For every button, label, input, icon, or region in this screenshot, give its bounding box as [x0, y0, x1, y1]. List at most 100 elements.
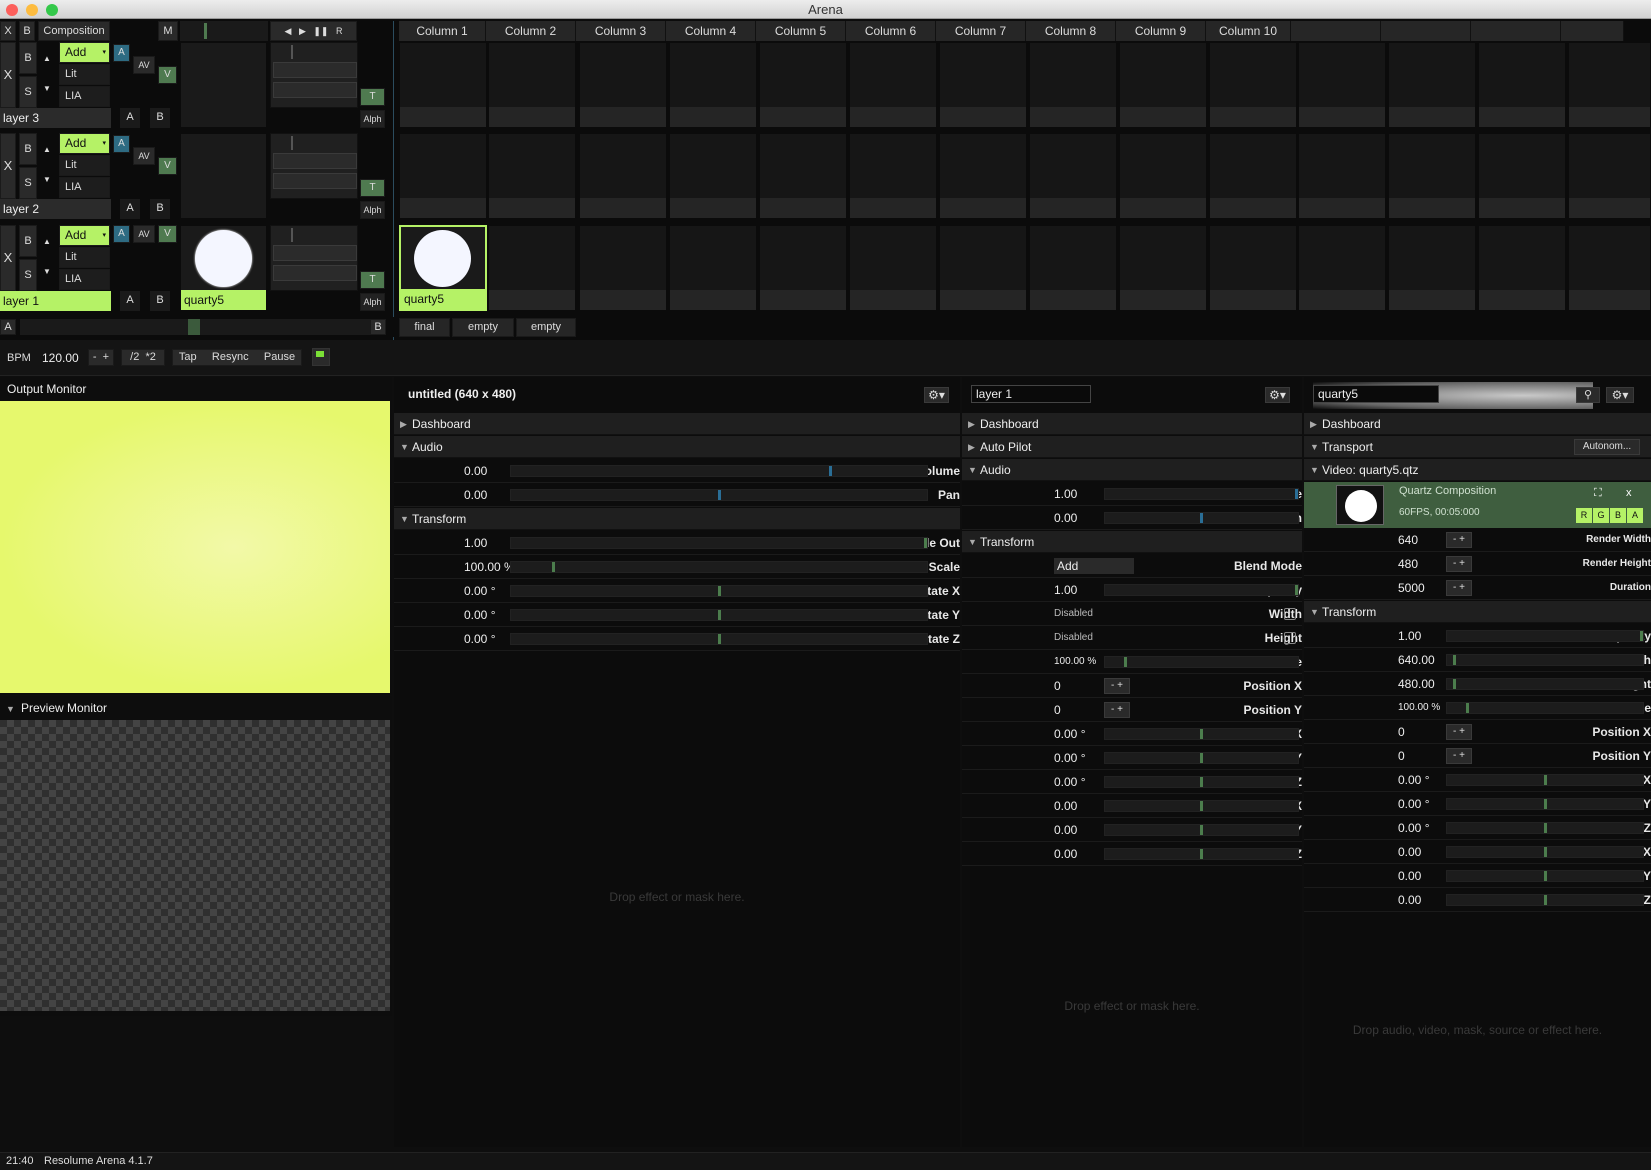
search-icon[interactable]: ⚲ [1576, 387, 1600, 403]
clip-name-input[interactable] [1313, 385, 1439, 403]
bpm-double-button[interactable]: *2 [145, 351, 155, 363]
fullscreen-icon[interactable]: ⛶ [1594, 487, 1602, 500]
param-value[interactable]: Disabled [1054, 602, 1093, 626]
slider-handle[interactable] [1640, 631, 1643, 641]
column-header-5[interactable]: Column 5 [756, 21, 846, 41]
param-slider[interactable] [510, 465, 928, 477]
param-value[interactable]: 0.00 [1398, 888, 1421, 912]
minimize-window-icon[interactable] [26, 4, 38, 16]
layer-bypass-button[interactable]: B [19, 225, 37, 257]
close-window-icon[interactable] [6, 4, 18, 16]
param-value[interactable]: 100.00 % [1054, 650, 1096, 674]
clip-cell[interactable] [669, 133, 757, 219]
section-header-video[interactable]: ▼ Video: quarty5.qtz [1304, 459, 1651, 481]
layer-name-input[interactable] [971, 385, 1091, 403]
channel-b-toggle[interactable]: B [1610, 508, 1626, 523]
clip-cell[interactable] [1298, 225, 1386, 311]
mode-lit-item[interactable]: Lit [59, 155, 110, 176]
param-value[interactable]: 480 [1398, 552, 1418, 576]
clip-cell[interactable] [1568, 225, 1651, 311]
clip-cell[interactable] [579, 42, 667, 128]
mode-lia-item[interactable]: LIA [59, 177, 110, 198]
param-slider[interactable] [1104, 824, 1299, 836]
next-icon[interactable]: ▶ [299, 26, 306, 36]
clip-cell[interactable] [939, 225, 1027, 311]
collapse-triangle-icon[interactable]: ▼ [1310, 601, 1319, 623]
layer-param-0[interactable]: Rotate X0.00 ° [962, 722, 1302, 746]
clip-cell[interactable] [1119, 42, 1207, 128]
param-value[interactable]: 0 [1398, 720, 1405, 744]
layer-ab-b-button[interactable]: B [150, 108, 170, 128]
section-header-dashboard[interactable]: ▶ Dashboard [962, 413, 1302, 435]
clip-cell[interactable] [1388, 225, 1476, 311]
section-header-transform[interactable]: ▼ Transform [962, 531, 1302, 553]
param-value[interactable]: 0.00 [1398, 864, 1421, 888]
clip-cell[interactable] [1478, 225, 1566, 311]
slider-handle[interactable] [1200, 729, 1203, 739]
slider-handle[interactable] [1295, 585, 1298, 595]
clip-cell[interactable] [759, 42, 847, 128]
zoom-window-icon[interactable] [46, 4, 58, 16]
layer-width[interactable]: Width Disabled [962, 602, 1302, 626]
param-value[interactable]: 100.00 % [1398, 696, 1440, 720]
layer-param-2[interactable]: Rotate Z0.00 ° [962, 770, 1302, 794]
param-value[interactable]: 1.00 [1054, 482, 1077, 506]
param-value[interactable]: 0.00 ° [464, 627, 496, 651]
clip-cell[interactable] [939, 42, 1027, 128]
layer-name-label[interactable]: layer 2 [0, 199, 111, 219]
clip-cell[interactable] [669, 225, 757, 311]
param-slider[interactable] [1446, 870, 1644, 882]
stepper-buttons[interactable]: - + [1104, 702, 1130, 718]
clip-param-3[interactable]: Anchor X0.00 [1304, 840, 1651, 864]
deck-tab-empty-2[interactable]: empty [516, 318, 576, 337]
crossfader-b-button[interactable]: B [370, 319, 386, 335]
slider-handle[interactable] [1124, 657, 1127, 667]
clip-cell[interactable] [759, 225, 847, 311]
slider-handle[interactable] [718, 610, 721, 620]
clip-render-1[interactable]: Render Height 480 - + [1304, 552, 1651, 576]
layer-solo-button[interactable]: S [19, 259, 37, 291]
bpm-pause-button[interactable]: Pause [264, 351, 295, 363]
layer-clear-button[interactable]: X [0, 225, 16, 291]
layer-a-button[interactable]: A [113, 44, 130, 62]
topbar-x-button[interactable]: X [0, 21, 16, 41]
column-header-4[interactable]: Column 4 [666, 21, 756, 41]
section-header-transform[interactable]: ▼ Transform [394, 508, 960, 530]
param-slider[interactable] [510, 537, 928, 549]
layer-ab-a-button[interactable]: A [120, 291, 140, 311]
layer-bypass-button[interactable]: B [19, 42, 37, 74]
clip-cell[interactable] [849, 42, 937, 128]
param-value[interactable]: 0.00 ° [464, 579, 496, 603]
param-value[interactable]: 0.00 ° [1054, 722, 1086, 746]
layer-down-icon[interactable]: ▼ [40, 80, 54, 100]
clip-cell[interactable] [1388, 133, 1476, 219]
clip-scale[interactable]: Scale100.00 % [1304, 696, 1651, 720]
gear-icon[interactable]: ⚙▾ [1265, 387, 1290, 403]
clip-param-4[interactable]: Anchor Y0.00 [1304, 864, 1651, 888]
param-slider[interactable] [1104, 800, 1299, 812]
clip-param-5[interactable]: Anchor Z0.00 [1304, 888, 1651, 912]
collapse-triangle-icon[interactable]: ▼ [1310, 459, 1319, 481]
blend-mode-dropdown[interactable]: Add ▾ [59, 225, 110, 246]
bpm-plus[interactable]: + [103, 351, 109, 363]
layer-up-icon[interactable]: ▲ [40, 50, 54, 70]
layer-height[interactable]: Height Disabled [962, 626, 1302, 650]
param-slider[interactable] [1104, 728, 1299, 740]
stepper-buttons[interactable]: - + [1446, 580, 1472, 596]
clip-cell[interactable] [399, 133, 487, 219]
param-slider[interactable] [1104, 656, 1299, 668]
layer-t-button[interactable]: T [360, 88, 385, 106]
clip-cell[interactable] [849, 133, 937, 219]
layer-av-button[interactable]: AV [133, 225, 155, 243]
column-header-9[interactable]: Column 9 [1116, 21, 1206, 41]
layer-solo-button[interactable]: S [19, 76, 37, 108]
param-slider[interactable] [1446, 894, 1644, 906]
clip-cell[interactable] [1478, 133, 1566, 219]
param-slider[interactable] [1446, 822, 1644, 834]
layer-v-button[interactable]: V [158, 157, 177, 175]
clip-height[interactable]: Height480.00 [1304, 672, 1651, 696]
collapse-triangle-icon[interactable]: ▼ [968, 459, 977, 481]
section-header-transform[interactable]: ▼ Transform [1304, 601, 1651, 623]
mode-lia-item[interactable]: LIA [59, 269, 110, 290]
clip-cell[interactable] [1298, 42, 1386, 128]
